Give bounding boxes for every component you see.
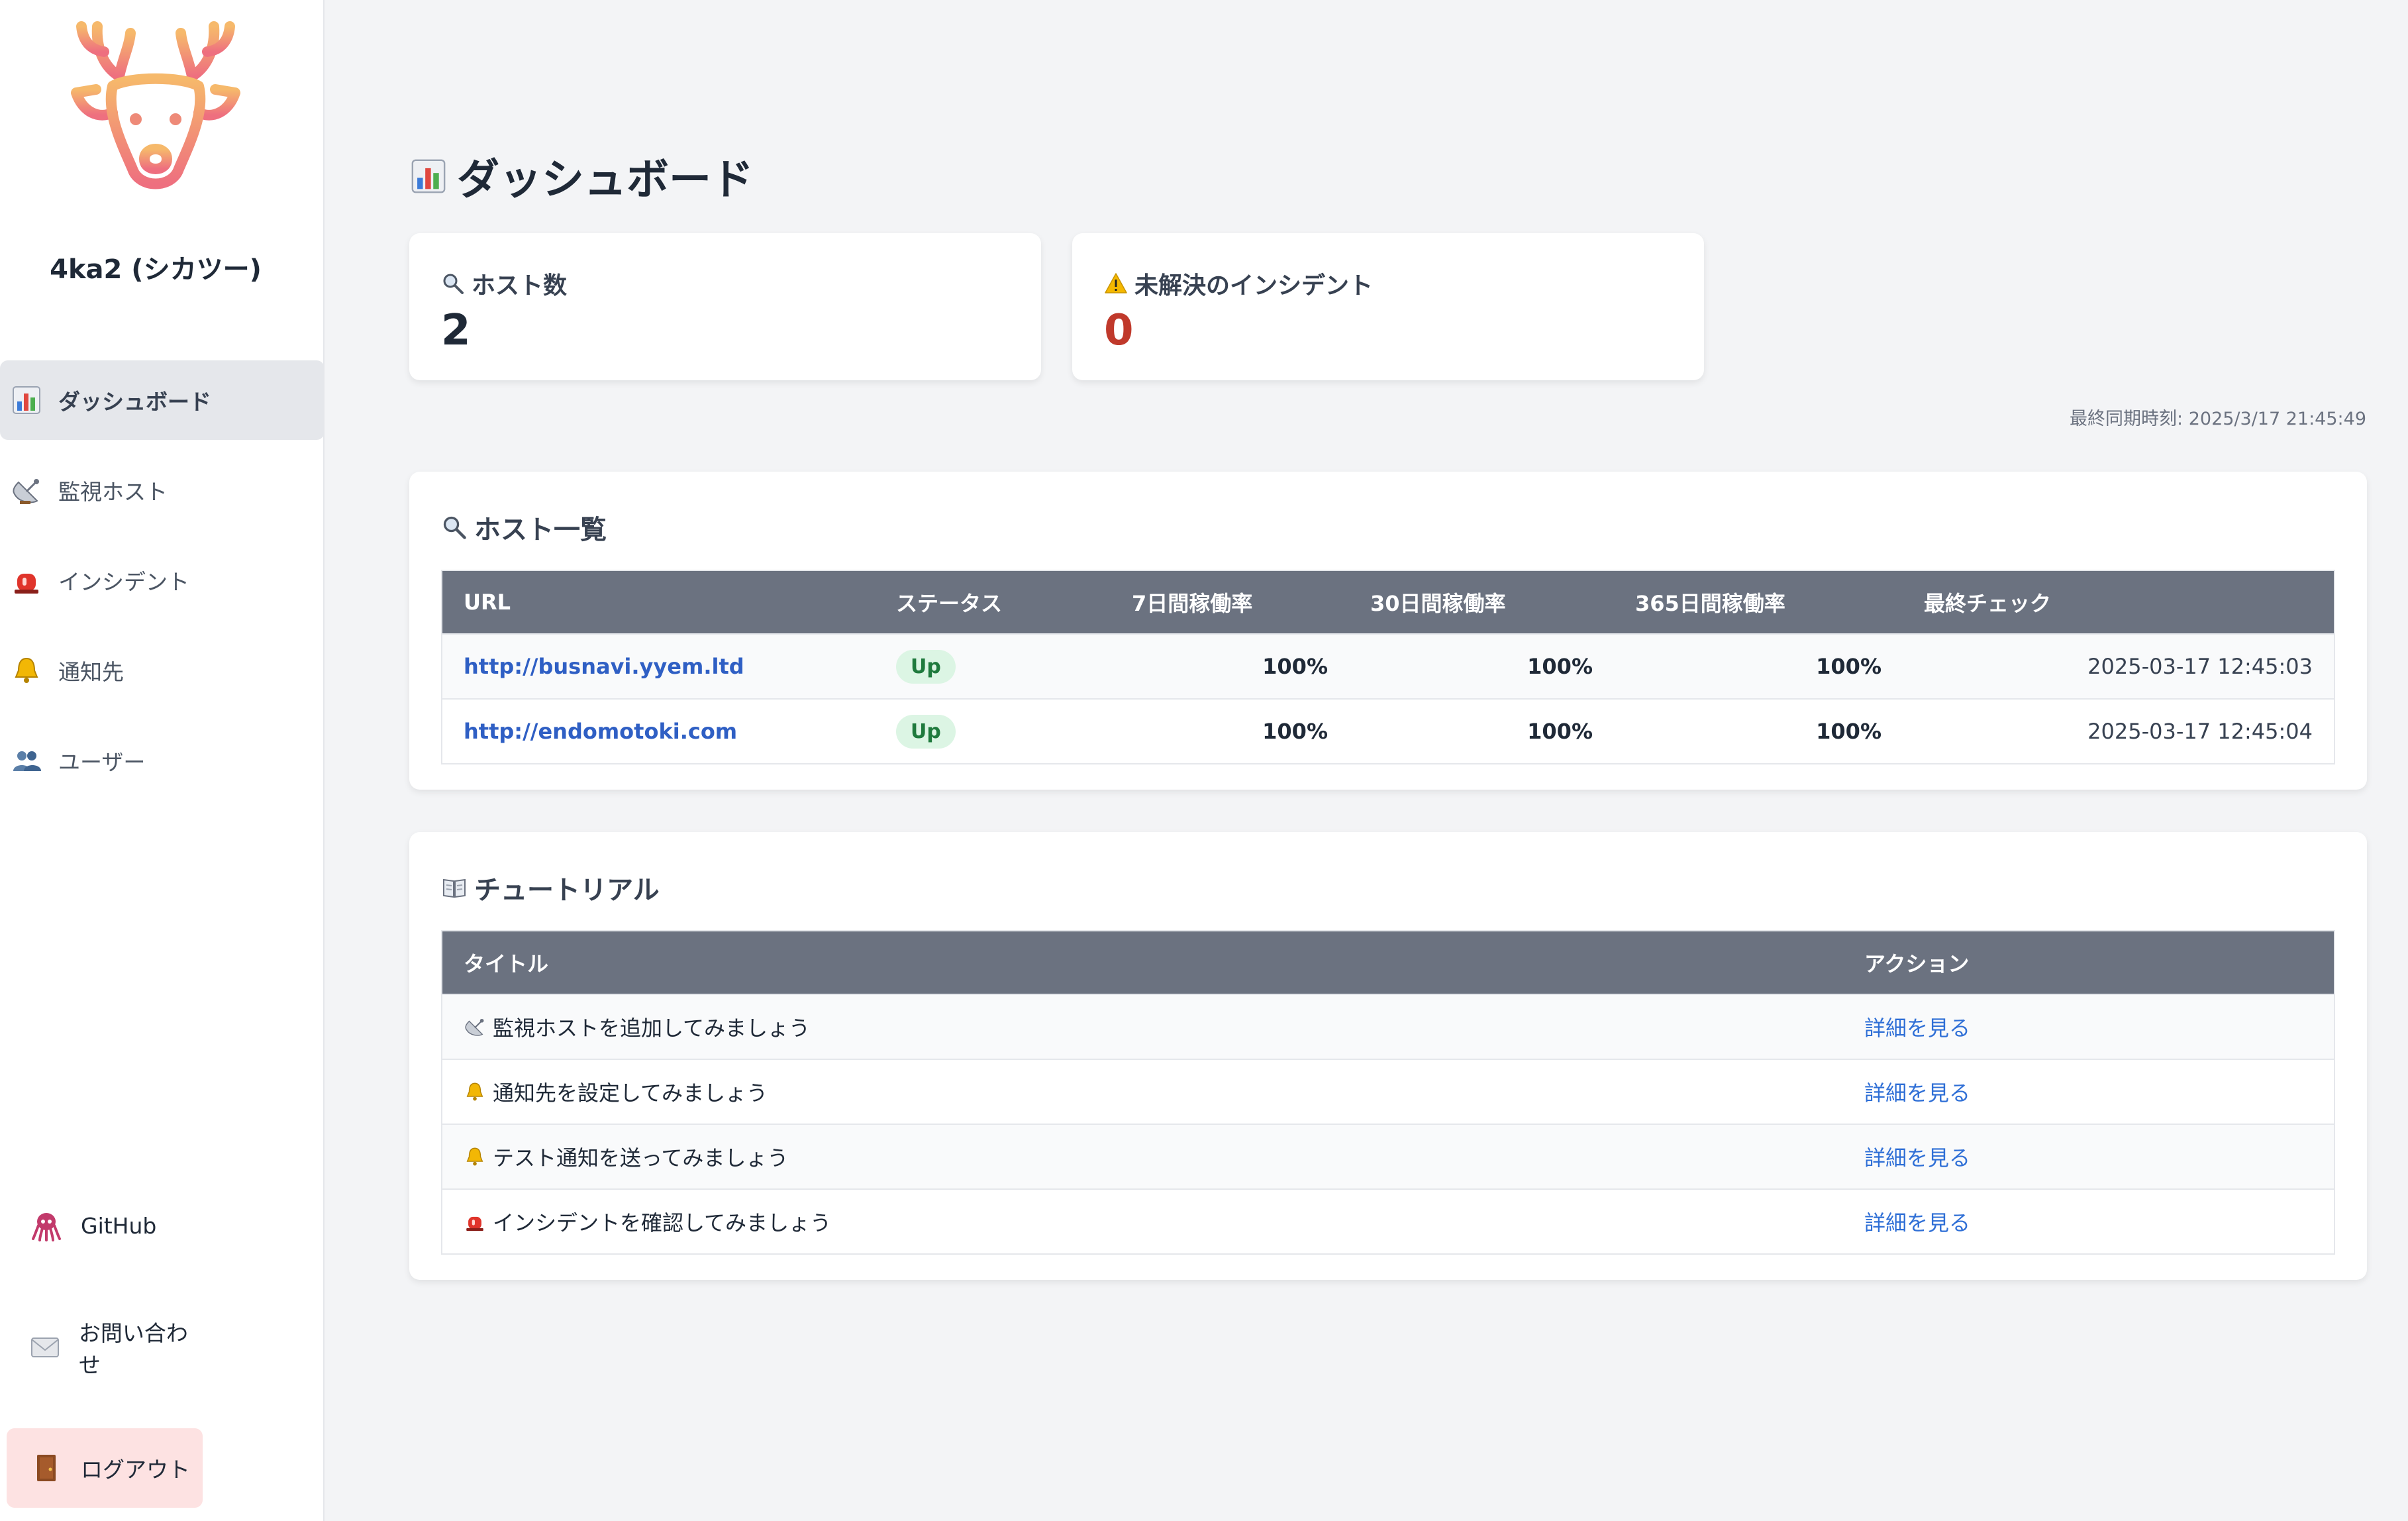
column-header-title: タイトル [464,951,549,976]
table-row: http://endomotoki.com Up 100% 100% 100% … [442,699,2334,764]
table-header-row: URL ステータス 7日間稼働率 30日間稼働率 365日間稼働率 最終チェック [442,570,2334,634]
logout-label: ログアウト [81,1457,190,1483]
users-icon [8,742,45,779]
satellite-icon [465,1018,484,1036]
view-details-link[interactable]: 詳細を見る [1864,1016,1970,1041]
sidebar-item-label: 通知先 [58,659,124,685]
uptime-365d: 100% [1816,654,1881,679]
host-url-link[interactable]: http://endomotoki.com [464,719,737,744]
column-header-uptime-30d[interactable]: 30日間稼働率 [1349,570,1614,634]
sidebar-item-notifications[interactable]: 通知先 [0,631,325,710]
siren-icon [466,1216,483,1232]
open-incidents-card: 未解決のインシデント 0 [1072,233,1704,380]
satellite-icon [8,472,45,509]
siren-icon [8,562,45,599]
column-header-uptime-365d[interactable]: 365日間稼働率 [1614,570,1903,634]
github-link[interactable]: GitHub [7,1186,203,1265]
chart-icon [411,159,446,193]
table-row: テスト通知を送ってみましょう 詳細を見る [442,1124,2334,1189]
status-badge: Up [896,649,956,684]
view-details-link[interactable]: 詳細を見る [1864,1080,1970,1106]
last-sync-time: 最終同期時刻: 2025/3/17 21:45:49 [2070,409,2366,429]
tutorial-panel: チュートリアル タイトル アクション 監視ホストを追加してみましょう 詳細を見る… [409,832,2367,1280]
sidebar: 4ka2 (シカツー) ダッシュボード 監視ホスト インシデント 通知先 ユーザ… [0,0,325,1521]
sidebar-item-label: インシデント [58,569,189,595]
host-table: URL ステータス 7日間稼働率 30日間稼働率 365日間稼働率 最終チェック… [441,570,2335,764]
deer-logo-icon[interactable] [56,13,255,212]
tutorial-table: タイトル アクション 監視ホストを追加してみましょう 詳細を見る 通知先を設定し… [441,930,2335,1255]
column-header-url[interactable]: URL [442,570,875,634]
sidebar-item-label: ユーザー [58,749,146,775]
uptime-365d: 100% [1816,719,1881,744]
sidebar-nav: ダッシュボード 監視ホスト インシデント 通知先 ユーザー [0,360,325,811]
chart-icon [8,382,45,419]
host-list-title: ホスト一覧 [441,506,2335,549]
last-check-time: 2025-03-17 12:45:03 [2087,654,2313,679]
bell-icon [466,1147,483,1166]
column-header-last-check[interactable]: 最終チェック [1903,570,2334,634]
brand-name: 4ka2 (シカツー) [50,254,262,285]
magnifier-icon [443,274,464,294]
tutorial-item-title: インシデントを確認してみましょう [493,1210,832,1235]
sidebar-item-incidents[interactable]: インシデント [0,541,325,620]
warning-icon [1105,273,1127,293]
status-badge: Up [896,714,956,749]
table-row: http://busnavi.yyem.ltd Up 100% 100% 100… [442,634,2334,699]
view-details-link[interactable]: 詳細を見る [1864,1145,1970,1171]
host-url-link[interactable]: http://busnavi.yyem.ltd [464,654,744,679]
column-header-status[interactable]: ステータス [875,570,1111,634]
table-row: インシデントを確認してみましょう 詳細を見る [442,1189,2334,1254]
github-label: GitHub [81,1212,157,1239]
sidebar-item-label: 監視ホスト [58,479,168,505]
column-header-uptime-7d[interactable]: 7日間稼働率 [1111,570,1349,634]
page-title: ダッシュボード [409,146,754,207]
uptime-30d: 100% [1527,654,1593,679]
uptime-7d: 100% [1262,654,1328,679]
sidebar-item-label: ダッシュボード [58,389,211,415]
octopus-icon [28,1207,65,1244]
host-count-card: ホスト数 2 [409,233,1041,380]
table-row: 通知先を設定してみましょう 詳細を見る [442,1059,2334,1124]
sidebar-item-users[interactable]: ユーザー [0,721,325,800]
bell-icon [8,652,45,689]
sidebar-item-dashboard[interactable]: ダッシュボード [0,360,325,440]
logout-button[interactable]: ログアウト [7,1428,203,1508]
open-incidents-value: 0 [1104,306,1134,355]
page-title-text: ダッシュボード [457,156,754,205]
contact-link[interactable]: お問い合わせ [7,1308,203,1387]
host-list-panel: ホスト一覧 URL ステータス 7日間稼働率 30日間稼働率 365日間稼働率 … [409,472,2367,790]
view-details-link[interactable]: 詳細を見る [1864,1210,1970,1235]
tutorial-item-title: 通知先を設定してみましょう [493,1080,768,1106]
magnifier-icon [443,516,466,539]
last-check-time: 2025-03-17 12:45:04 [2087,719,2313,744]
host-count-value: 2 [441,306,471,355]
open-incidents-label: 未解決のインシデント [1104,266,1672,301]
envelope-icon [28,1329,63,1366]
bell-icon [466,1082,483,1101]
host-count-label: ホスト数 [441,266,1009,301]
tutorial-title: チュートリアル [441,866,2335,909]
door-icon [28,1449,65,1487]
tutorial-item-title: テスト通知を送ってみましょう [493,1145,789,1171]
uptime-30d: 100% [1527,719,1593,744]
contact-label: お問い合わせ [78,1320,188,1378]
book-icon [443,878,466,898]
uptime-7d: 100% [1262,719,1328,744]
tutorial-item-title: 監視ホストを追加してみましょう [493,1016,811,1041]
table-row: 監視ホストを追加してみましょう 詳細を見る [442,994,2334,1059]
table-header-row: タイトル アクション [442,931,2334,994]
column-header-action: アクション [1864,951,1970,976]
sidebar-item-hosts[interactable]: 監視ホスト [0,450,325,530]
